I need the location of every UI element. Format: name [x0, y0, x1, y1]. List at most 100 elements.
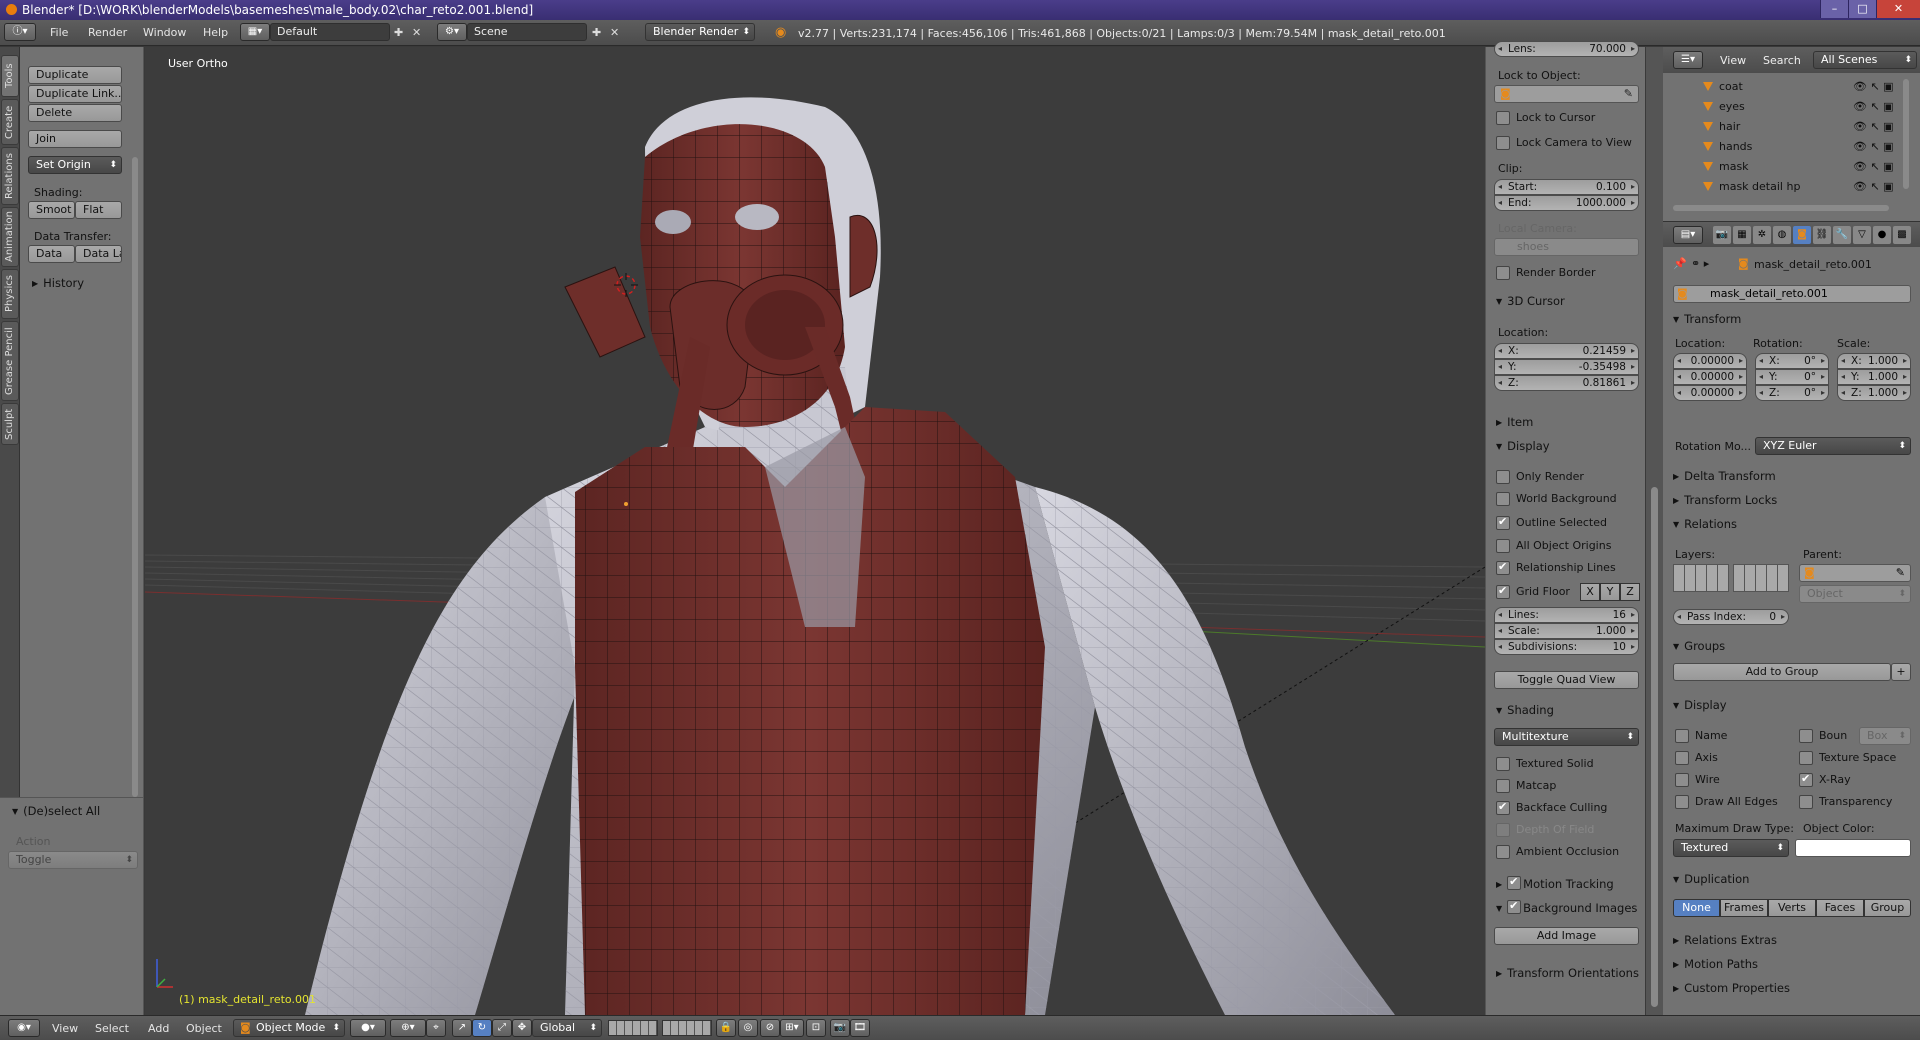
opengl-render-icon[interactable]: 📷: [830, 1019, 850, 1037]
world-tab-icon[interactable]: ◍: [1773, 226, 1791, 244]
visibility-eye-icon[interactable]: 👁 ↖ ▣: [1853, 80, 1894, 93]
constraints-tab-icon[interactable]: ⛓: [1813, 226, 1831, 244]
render-engine-select[interactable]: Blender Render: [645, 23, 755, 41]
screen-layout-field[interactable]: Default: [270, 23, 390, 41]
smooth-button[interactable]: Smoot: [28, 201, 75, 219]
duplication-none-tab[interactable]: None: [1673, 899, 1720, 917]
lock-to-cursor-checkbox[interactable]: Lock to Cursor: [1496, 111, 1595, 125]
shading-panel-header[interactable]: Shading: [1496, 703, 1554, 717]
relationship-lines-checkbox[interactable]: Relationship Lines: [1496, 560, 1616, 575]
menu-render[interactable]: Render: [88, 26, 127, 39]
transform-locks-panel-header[interactable]: Transform Locks: [1673, 493, 1777, 507]
outliner-item-hair[interactable]: hair: [1703, 120, 1740, 133]
shading-mode-select[interactable]: Multitexture: [1494, 728, 1639, 746]
outliner-item-coat[interactable]: coat: [1703, 80, 1743, 93]
eyedropper-icon[interactable]: ✎: [1624, 87, 1633, 100]
grid-lines-field[interactable]: Lines:16: [1494, 607, 1639, 623]
clip-end-field[interactable]: End:1000.000: [1494, 195, 1639, 211]
duplicate-link-button[interactable]: Duplicate Link...: [28, 85, 122, 103]
object-color-swatch[interactable]: [1795, 839, 1911, 857]
add-to-group-button[interactable]: Add to Group: [1673, 663, 1891, 681]
outliner-search-menu[interactable]: Search: [1763, 54, 1801, 67]
scene-layers-grid-left[interactable]: [608, 1020, 658, 1036]
outliner-item-eyes[interactable]: eyes: [1703, 100, 1745, 113]
pivot-point-icon[interactable]: ⊕▾: [390, 1019, 426, 1037]
grid-floor-checkbox[interactable]: Grid Floor: [1496, 584, 1570, 599]
visibility-eye-icon[interactable]: 👁 ↖ ▣: [1853, 160, 1894, 173]
cursor-x-field[interactable]: X:0.21459: [1494, 343, 1639, 359]
draw-all-edges-checkbox[interactable]: Draw All Edges: [1675, 795, 1778, 809]
visibility-eye-icon[interactable]: 👁 ↖ ▣: [1853, 100, 1894, 113]
backface-culling-checkbox[interactable]: Backface Culling: [1496, 800, 1607, 815]
scene-field[interactable]: Scene: [467, 23, 587, 41]
scale-z-field[interactable]: Z:1.000: [1837, 385, 1911, 401]
matcap-checkbox[interactable]: Matcap: [1496, 779, 1556, 793]
outliner-item-mask[interactable]: mask: [1703, 160, 1749, 173]
grid-scale-field[interactable]: Scale:1.000: [1494, 623, 1639, 639]
layers-grid-right[interactable]: [1733, 564, 1789, 592]
add-scene-icon[interactable]: ✚: [592, 26, 601, 39]
transform-orientations-panel-header[interactable]: Transform Orientations: [1496, 966, 1639, 980]
only-render-checkbox[interactable]: Only Render: [1496, 470, 1584, 484]
layer-lock-icon[interactable]: 🔒: [716, 1019, 736, 1037]
remove-scene-icon[interactable]: ✕: [610, 26, 619, 39]
toggle-quad-view-button[interactable]: Toggle Quad View: [1494, 671, 1639, 689]
outliner-editor-icon[interactable]: ☰▾: [1673, 51, 1703, 69]
texture-tab-icon[interactable]: ▩: [1893, 226, 1911, 244]
manipulator-extra-icon[interactable]: ✥: [512, 1019, 532, 1037]
menu-object[interactable]: Object: [186, 1022, 222, 1035]
cursor-y-field[interactable]: Y:-0.35498: [1494, 359, 1639, 375]
tab-tools[interactable]: Tools: [1, 55, 19, 97]
modifiers-tab-icon[interactable]: 🔧: [1833, 226, 1851, 244]
snap-target-icon[interactable]: ⊡: [806, 1019, 826, 1037]
outliner-h-scrollbar[interactable]: [1673, 205, 1889, 211]
world-background-checkbox[interactable]: World Background: [1496, 492, 1617, 506]
duplication-group-tab[interactable]: Group: [1864, 899, 1911, 917]
editor-type-icon[interactable]: ⓘ▾: [4, 23, 36, 41]
pass-index-field[interactable]: Pass Index:0: [1673, 609, 1789, 625]
outliner-item-mask-detail-hp[interactable]: mask detail hp: [1703, 180, 1800, 193]
delta-transform-panel-header[interactable]: Delta Transform: [1673, 469, 1776, 483]
duplication-verts-tab[interactable]: Verts: [1768, 899, 1816, 917]
render-tab-icon[interactable]: 📷: [1713, 226, 1731, 244]
local-camera-field[interactable]: shoes: [1494, 238, 1639, 256]
tool-shelf-scrollbar[interactable]: [132, 157, 138, 797]
menu-window[interactable]: Window: [143, 26, 186, 39]
tab-physics[interactable]: Physics: [1, 269, 19, 319]
rotate-manipulator-icon[interactable]: ↻: [472, 1019, 492, 1037]
tab-sculpt[interactable]: Sculpt: [1, 403, 19, 445]
all-object-origins-checkbox[interactable]: All Object Origins: [1496, 539, 1611, 553]
viewport-editor-icon[interactable]: ◉▾: [8, 1019, 40, 1037]
manipulator-toggle-icon[interactable]: ⌖: [426, 1019, 446, 1037]
minimize-icon[interactable]: –: [1820, 0, 1848, 18]
layers-tab-icon[interactable]: ▦: [1733, 226, 1751, 244]
background-images-panel-header[interactable]: Background Images: [1496, 899, 1637, 915]
lock-camera-checkbox[interactable]: Lock Camera to View: [1496, 136, 1632, 150]
scene-tab-icon[interactable]: ✲: [1753, 226, 1771, 244]
duplication-panel-header[interactable]: Duplication: [1673, 872, 1749, 886]
scale-x-field[interactable]: X:1.000: [1837, 353, 1911, 369]
relations-extras-panel-header[interactable]: Relations Extras: [1673, 933, 1777, 947]
layout-icon[interactable]: ▦▾: [240, 23, 270, 41]
tab-create[interactable]: Create: [1, 99, 19, 145]
relations-panel-header[interactable]: Relations: [1673, 517, 1737, 531]
add-group-icon[interactable]: +: [1891, 663, 1911, 681]
motion-paths-panel-header[interactable]: Motion Paths: [1673, 957, 1758, 971]
grid-axis-x-toggle[interactable]: X: [1580, 583, 1600, 601]
3d-cursor-panel-header[interactable]: 3D Cursor: [1496, 294, 1565, 308]
viewport-shading-icon[interactable]: ●▾: [350, 1019, 386, 1037]
flat-button[interactable]: Flat: [75, 201, 122, 219]
layers-grid-left[interactable]: [1673, 564, 1729, 592]
tab-relations[interactable]: Relations: [1, 147, 19, 205]
rotation-y-field[interactable]: Y:0°: [1755, 369, 1829, 385]
outliner-item-hands[interactable]: hands: [1703, 140, 1752, 153]
tab-grease-pencil[interactable]: Grease Pencil: [1, 321, 19, 401]
history-panel-header[interactable]: History: [32, 276, 84, 290]
data-tab-icon[interactable]: ▽: [1853, 226, 1871, 244]
action-select[interactable]: Toggle: [8, 851, 138, 869]
textured-solid-checkbox[interactable]: Textured Solid: [1496, 757, 1594, 771]
scene-icon[interactable]: ⚙▾: [437, 23, 467, 41]
material-tab-icon[interactable]: ●: [1873, 226, 1891, 244]
duplication-frames-tab[interactable]: Frames: [1720, 899, 1768, 917]
parent-field[interactable]: ◙ ✎: [1799, 564, 1911, 582]
